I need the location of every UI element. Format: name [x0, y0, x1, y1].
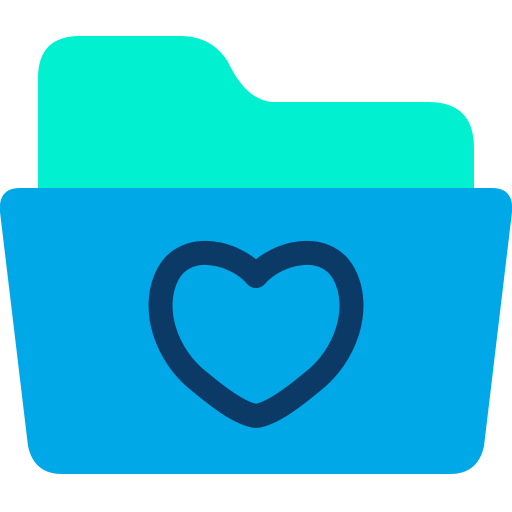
- folder-back-icon: [38, 36, 474, 210]
- favorite-folder-icon: [0, 36, 512, 474]
- folder-front-icon: [0, 188, 512, 474]
- icon-canvas: [0, 0, 512, 512]
